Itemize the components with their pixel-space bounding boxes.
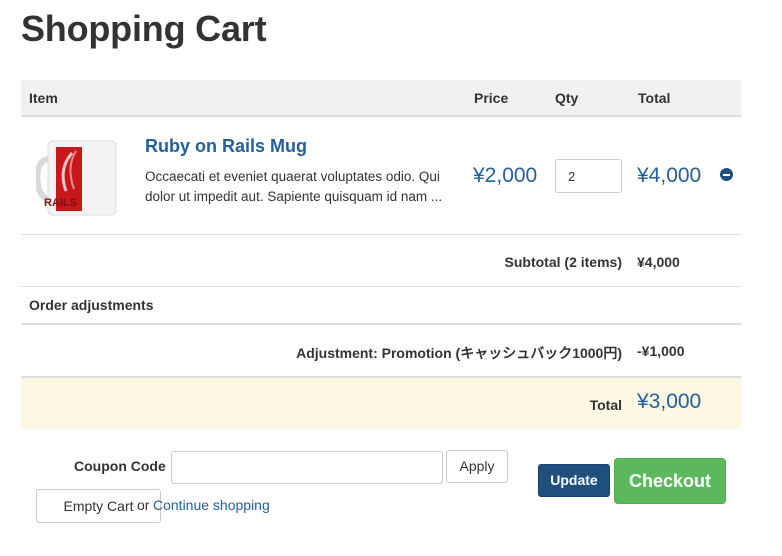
checkout-button[interactable]: Checkout xyxy=(614,458,726,504)
quantity-input[interactable] xyxy=(555,159,622,193)
cart-table-header: Item Price Qty Total xyxy=(21,80,741,117)
total-value: ¥3,000 xyxy=(637,390,702,413)
or-text: or xyxy=(137,497,150,513)
column-header-total: Total xyxy=(638,90,671,106)
product-image[interactable]: RAILS xyxy=(36,139,118,217)
update-button[interactable]: Update xyxy=(538,464,610,497)
shopping-cart-page: Shopping Cart Item Price Qty Total RAILS… xyxy=(0,0,782,556)
product-name-link[interactable]: Ruby on Rails Mug xyxy=(145,136,307,157)
column-header-item: Item xyxy=(29,90,58,106)
adjustment-row: Adjustment: Promotion (キャッシュバック1000円) -¥… xyxy=(21,325,741,378)
remove-item-icon[interactable] xyxy=(720,168,733,181)
page-title: Shopping Cart xyxy=(21,8,267,49)
adjustment-value: -¥1,000 xyxy=(637,343,685,359)
continue-shopping-link[interactable]: Continue shopping xyxy=(153,497,270,513)
product-description: Occaecati et eveniet quaerat voluptates … xyxy=(145,169,443,204)
line-item-price: ¥2,000 xyxy=(473,164,538,187)
column-header-qty: Qty xyxy=(555,90,579,106)
subtotal-row: Subtotal (2 items) ¥4,000 xyxy=(21,235,741,287)
total-row: Total ¥3,000 xyxy=(21,378,741,429)
product-image-text: RAILS xyxy=(44,197,77,209)
apply-coupon-button[interactable]: Apply xyxy=(446,450,508,483)
adjustments-heading: Order adjustments xyxy=(29,297,154,313)
adjustments-header-row: Order adjustments xyxy=(21,287,741,325)
column-header-price: Price xyxy=(474,90,509,106)
cart-table: Item Price Qty Total RAILS Ruby on Rails… xyxy=(21,80,741,429)
subtotal-value: ¥4,000 xyxy=(637,254,680,270)
subtotal-label: Subtotal (2 items) xyxy=(504,254,622,270)
total-label: Total xyxy=(589,397,622,413)
coupon-code-input[interactable] xyxy=(171,451,443,484)
line-item-row: RAILS Ruby on Rails Mug Occaecati et eve… xyxy=(21,117,741,235)
adjustment-label: Adjustment: Promotion (キャッシュバック1000円) xyxy=(296,345,622,361)
line-item-total: ¥4,000 xyxy=(637,164,702,187)
coupon-code-label: Coupon Code xyxy=(74,458,166,474)
